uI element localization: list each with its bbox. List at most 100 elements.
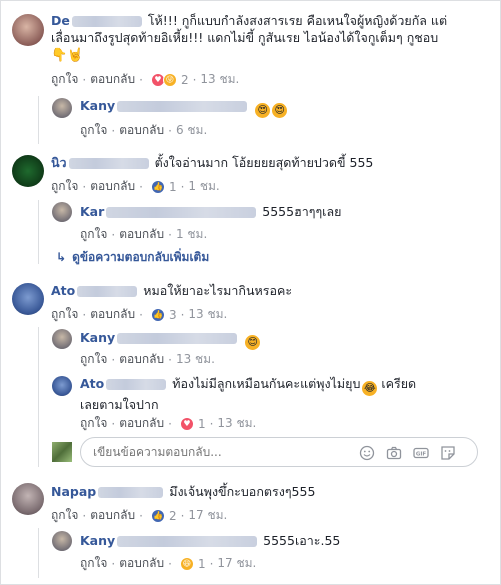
reply-input[interactable]: [91, 444, 345, 460]
reaction-count: 1: [197, 416, 206, 431]
separator: ·: [111, 416, 116, 431]
heart-eyes-emoji-icon: 😍: [272, 103, 288, 118]
reactions[interactable]: ♥ 1: [179, 416, 206, 431]
haha-reaction-icon: 😜: [162, 72, 177, 87]
separator: ·: [111, 227, 116, 242]
timestamp[interactable]: 13 ชม.: [217, 414, 256, 433]
timestamp[interactable]: 13 ชม.: [200, 70, 239, 89]
like-button[interactable]: ถูกใจ: [51, 177, 78, 196]
emoji-icon[interactable]: [359, 445, 375, 461]
blurred-name: [117, 333, 238, 344]
avatar[interactable]: [52, 376, 72, 396]
rock-hand-emoji-icon: 🤘: [67, 48, 84, 63]
blurred-name: [71, 16, 142, 27]
reply-body: Kany 5555เอาะ.55: [80, 532, 340, 549]
haha-reaction-icon: 😆: [179, 556, 194, 571]
reply-body: Kany 😊: [80, 329, 261, 350]
comment-text: ตั้งใจอ่านมาก โอ้ยยยยสุดท้ายปวดขี้ 555: [154, 155, 374, 170]
reaction-count: 2: [168, 508, 177, 523]
avatar[interactable]: [52, 531, 72, 551]
like-button[interactable]: ถูกใจ: [80, 350, 107, 369]
like-button[interactable]: ถูกใจ: [80, 225, 107, 244]
separator: ·: [82, 179, 87, 194]
separator: ·: [209, 556, 214, 571]
comment-text: เลื่อนมาถึงรูปสุดท้ายอิเหี้ย!!! แดกไม่ขี…: [51, 30, 439, 45]
comment-text: โห้!!! กูก็แบบกำลังสงสารเรย คือเหนใจผู้ห…: [147, 13, 448, 28]
comment-body: นิว ตั้งใจอ่านมาก โอ้ยยยยสุดท้ายปวดขี้ 5…: [51, 154, 481, 171]
reply-button[interactable]: ตอบกลับ: [90, 70, 135, 89]
blurred-name: [68, 158, 149, 169]
reply-button[interactable]: ตอบกลับ: [90, 177, 135, 196]
reactions[interactable]: 👍 1: [150, 179, 177, 194]
commenter-name[interactable]: Kar: [80, 204, 104, 219]
timestamp[interactable]: 17 ชม.: [188, 506, 227, 525]
like-reaction-icon: 👍: [150, 307, 165, 322]
avatar[interactable]: [12, 283, 44, 315]
commenter-name[interactable]: นิว: [51, 155, 67, 170]
commenter-name[interactable]: Kany: [80, 533, 115, 548]
thread-line: [38, 528, 39, 578]
comment-body: Napap มึงเจ้นพุงขึ้กะบอกตรงๆ555: [51, 483, 481, 500]
reply-composer[interactable]: GIF: [80, 437, 478, 467]
timestamp[interactable]: 13 ชม.: [176, 350, 215, 369]
reply-button[interactable]: ตอบกลับ: [119, 121, 164, 140]
reply-button[interactable]: ตอบกลับ: [119, 414, 164, 433]
timestamp[interactable]: 13 ชม.: [188, 305, 227, 324]
like-reaction-icon: 👍: [150, 508, 165, 523]
commenter-name[interactable]: Ato: [80, 376, 104, 391]
separator: ·: [111, 352, 116, 367]
comment-actions: ถูกใจ · ตอบกลับ · 👍 2 · 17 ชม.: [51, 506, 227, 525]
timestamp[interactable]: 1 ชม.: [188, 177, 219, 196]
avatar[interactable]: [52, 98, 72, 118]
commenter-name[interactable]: Ato: [51, 283, 75, 298]
love-reaction-icon: ♥: [179, 416, 194, 431]
separator: ·: [180, 179, 185, 194]
separator: ·: [180, 508, 185, 523]
like-button[interactable]: ถูกใจ: [51, 70, 78, 89]
avatar[interactable]: [52, 202, 72, 222]
separator: ·: [139, 179, 143, 194]
like-button[interactable]: ถูกใจ: [51, 305, 78, 324]
commenter-name[interactable]: De: [51, 13, 70, 28]
reply-button[interactable]: ตอบกลับ: [119, 554, 164, 573]
reactions[interactable]: 👍 3: [150, 307, 177, 322]
reply-button[interactable]: ตอบกลับ: [119, 350, 164, 369]
view-more-replies-link[interactable]: ↳ ดูข้อความตอบกลับเพิ่มเติม: [56, 248, 209, 267]
separator: ·: [168, 123, 172, 138]
comment-body: De โห้!!! กูก็แบบกำลังสงสารเรย คือเหนใจผ…: [51, 12, 481, 64]
separator: ·: [139, 72, 143, 87]
camera-icon[interactable]: [386, 445, 402, 461]
comment-text: เลยตามใจปาก: [80, 397, 159, 412]
reply-button[interactable]: ตอบกลับ: [119, 225, 164, 244]
avatar[interactable]: [52, 329, 72, 349]
commenter-name[interactable]: Napap: [51, 484, 96, 499]
timestamp[interactable]: 17 ชม.: [217, 554, 256, 573]
like-button[interactable]: ถูกใจ: [51, 506, 78, 525]
separator: ·: [82, 72, 87, 87]
sticker-icon[interactable]: [440, 445, 456, 461]
like-button[interactable]: ถูกใจ: [80, 121, 107, 140]
gif-icon[interactable]: GIF: [413, 445, 429, 461]
like-reaction-icon: 👍: [150, 179, 165, 194]
thread-line: [38, 96, 39, 144]
reactions[interactable]: 👍 2: [150, 508, 177, 523]
avatar[interactable]: [12, 14, 44, 46]
commenter-name[interactable]: Kany: [80, 330, 115, 345]
reactions[interactable]: 😆 1: [179, 556, 206, 571]
reactions[interactable]: ♥ 😜 2: [150, 72, 189, 87]
comment-text: เครียด: [381, 376, 417, 391]
commenter-name[interactable]: Kany: [80, 98, 115, 113]
laughing-emoji-icon: 😂: [362, 381, 378, 396]
svg-text:GIF: GIF: [416, 452, 427, 458]
avatar[interactable]: [12, 483, 44, 515]
like-button[interactable]: ถูกใจ: [80, 414, 107, 433]
timestamp[interactable]: 1 ชม.: [176, 225, 207, 244]
like-button[interactable]: ถูกใจ: [80, 554, 107, 573]
comment-actions: ถูกใจ · ตอบกลับ · 1 ชม.: [80, 225, 207, 244]
comment-actions: ถูกใจ · ตอบกลับ · 6 ชม.: [80, 121, 207, 140]
avatar[interactable]: [12, 155, 44, 187]
reply-button[interactable]: ตอบกลับ: [90, 506, 135, 525]
reaction-count: 3: [168, 307, 177, 322]
reply-button[interactable]: ตอบกลับ: [90, 305, 135, 324]
timestamp[interactable]: 6 ชม.: [176, 121, 207, 140]
